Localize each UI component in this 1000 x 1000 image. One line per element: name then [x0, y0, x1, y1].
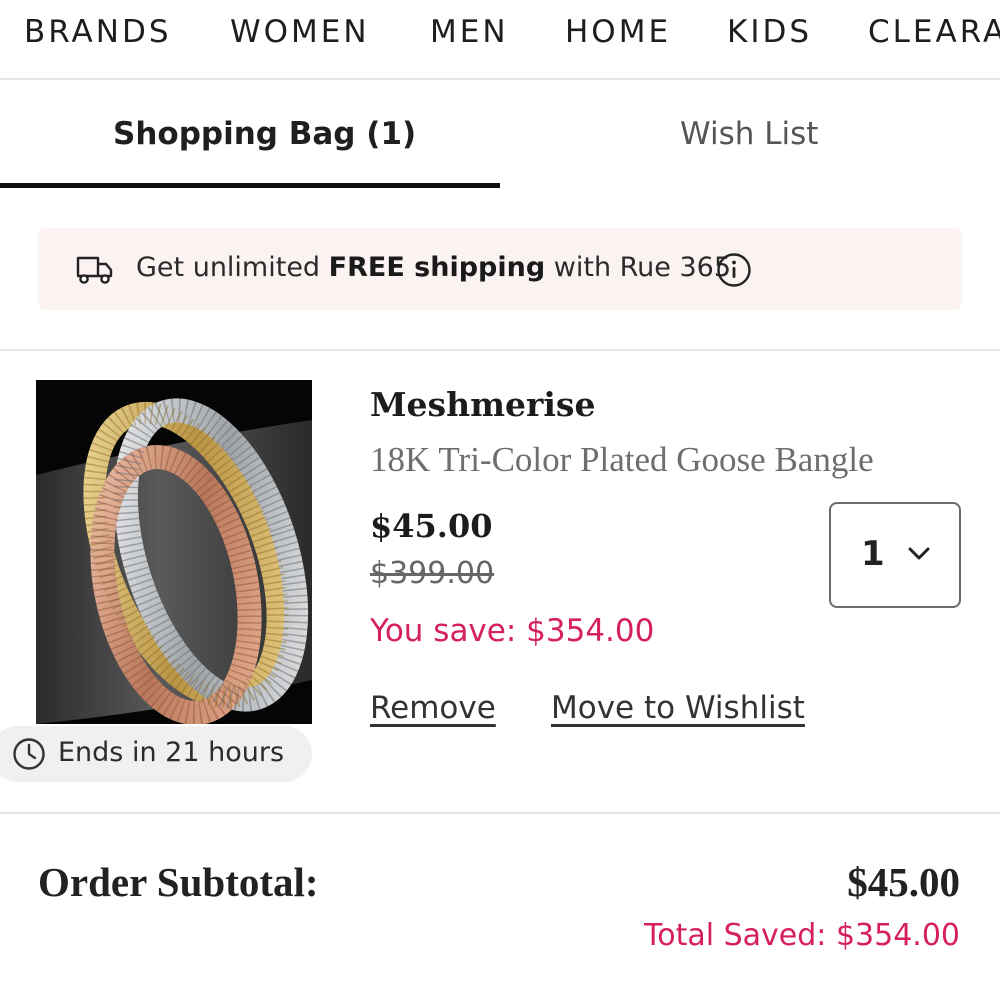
- nav-kids[interactable]: KIDS: [727, 14, 812, 50]
- product-image[interactable]: [36, 380, 312, 724]
- bangle-image: [36, 380, 312, 724]
- section-divider: [0, 812, 1000, 814]
- chevron-down-icon: [908, 547, 930, 560]
- ends-in-text: Ends in 21 hours: [58, 737, 285, 768]
- bag-tabs: Shopping Bag (1) Wish List: [0, 80, 1000, 190]
- order-subtotal-value: $45.00: [847, 859, 960, 905]
- nav-home[interactable]: HOME: [565, 14, 671, 50]
- nav-clearance[interactable]: CLEARA: [868, 14, 1000, 50]
- you-save-amount: You save: $354.00: [370, 613, 655, 649]
- active-tab-indicator: [0, 183, 500, 188]
- free-shipping-text: Get unlimited FREE shipping with Rue 365: [136, 252, 732, 283]
- top-category-nav: BRANDS WOMEN MEN HOME KIDS CLEARA: [0, 0, 1000, 80]
- product-name[interactable]: 18K Tri-Color Plated Goose Bangle: [370, 440, 874, 480]
- product-brand[interactable]: Meshmerise: [370, 385, 596, 424]
- quantity-value: 1: [861, 534, 885, 574]
- sale-ends-badge: Ends in 21 hours: [0, 726, 312, 782]
- tab-wish-list[interactable]: Wish List: [680, 116, 818, 166]
- original-price: $399.00: [370, 556, 495, 591]
- quantity-select[interactable]: 1: [829, 502, 961, 608]
- move-to-wishlist-link[interactable]: Move to Wishlist: [551, 690, 805, 726]
- tab-shopping-bag[interactable]: Shopping Bag (1): [113, 116, 416, 166]
- sale-price: $45.00: [370, 507, 493, 545]
- order-subtotal-label: Order Subtotal:: [38, 859, 319, 905]
- nav-men[interactable]: MEN: [430, 14, 509, 50]
- truck-icon: [76, 256, 113, 284]
- total-saved: Total Saved: $354.00: [644, 918, 960, 953]
- free-shipping-banner: Get unlimited FREE shipping with Rue 365: [38, 228, 962, 310]
- remove-link[interactable]: Remove: [370, 690, 496, 726]
- nav-women[interactable]: WOMEN: [230, 14, 370, 50]
- nav-brands[interactable]: BRANDS: [24, 14, 172, 50]
- info-icon[interactable]: [716, 252, 752, 288]
- clock-icon: [13, 738, 45, 770]
- section-divider: [0, 349, 1000, 351]
